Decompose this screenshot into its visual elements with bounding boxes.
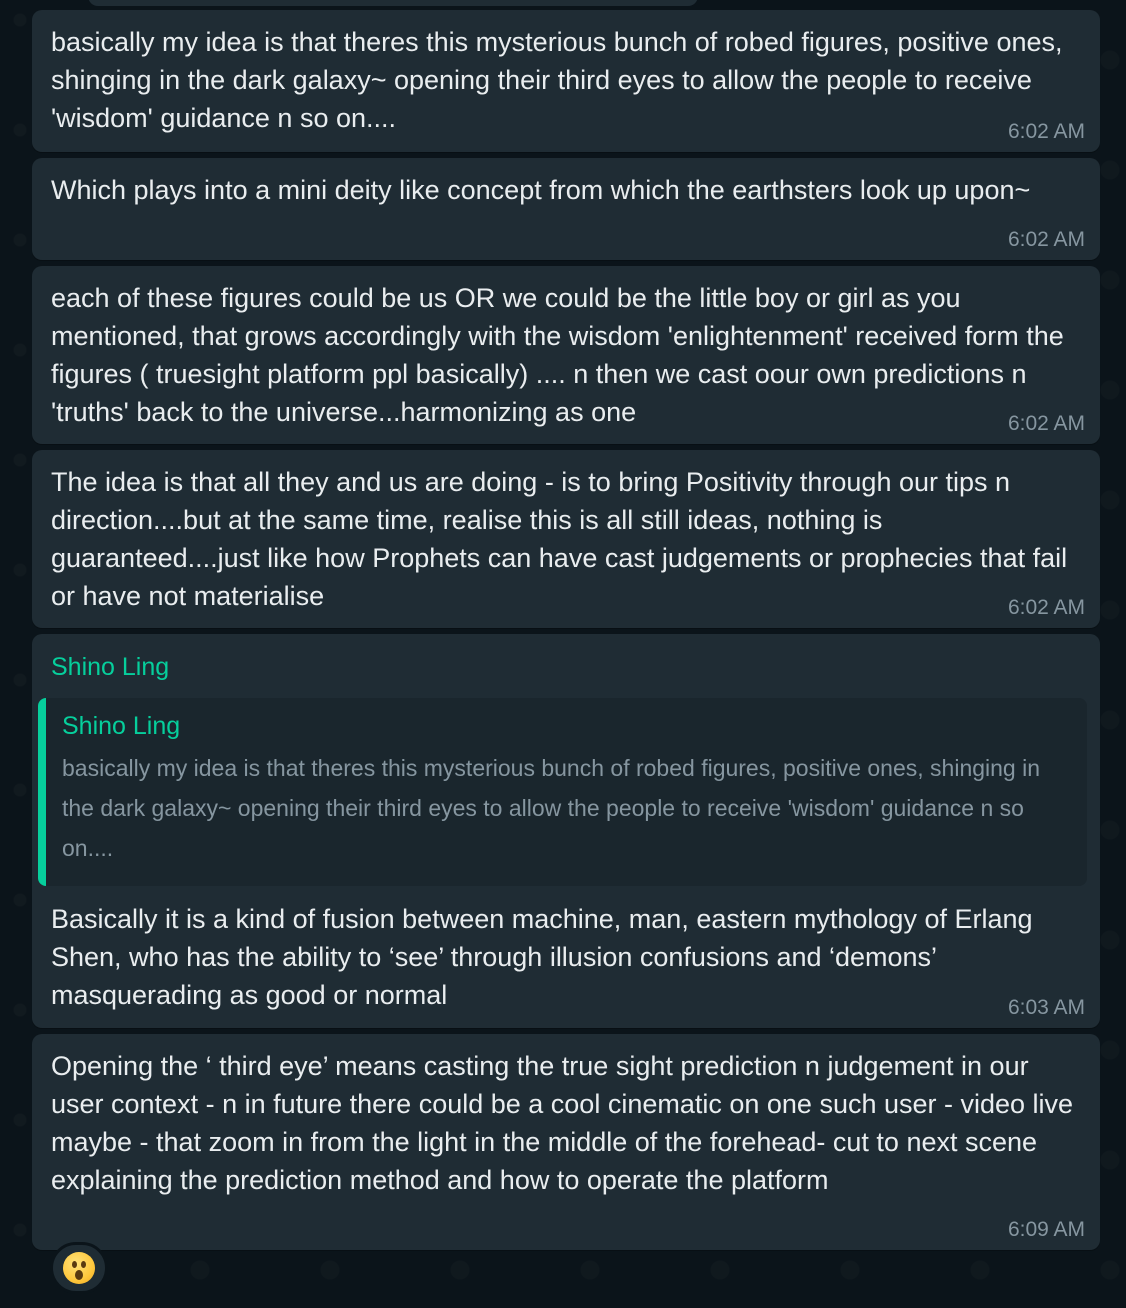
hushed-face-emoji-icon bbox=[63, 1252, 95, 1284]
message-text: each of these figures could be us OR we … bbox=[51, 283, 1072, 427]
message-text: Which plays into a mini deity like conce… bbox=[51, 175, 1031, 205]
message-timestamp: 6:03 AM bbox=[1007, 996, 1085, 1019]
previous-message-edge bbox=[88, 0, 698, 6]
message-list: basically my idea is that theres this my… bbox=[32, 10, 1100, 1256]
message-bubble[interactable]: basically my idea is that theres this my… bbox=[32, 10, 1100, 152]
message-timestamp: 6:09 AM bbox=[1007, 1218, 1085, 1241]
sender-name[interactable]: Shino Ling bbox=[32, 634, 1100, 682]
message-bubble[interactable]: The idea is that all they and us are doi… bbox=[32, 450, 1100, 628]
message-text: basically my idea is that theres this my… bbox=[51, 27, 1071, 133]
quoted-sender-name: Shino Ling bbox=[62, 712, 181, 740]
message-text: The idea is that all they and us are doi… bbox=[51, 467, 1075, 611]
quote-accent-bar bbox=[38, 698, 46, 886]
message-text: Basically it is a kind of fusion between… bbox=[51, 904, 1041, 1010]
message-bubble[interactable]: Which plays into a mini deity like conce… bbox=[32, 158, 1100, 260]
message-text: Opening the ‘ third eye’ means casting t… bbox=[51, 1051, 1081, 1195]
message-bubble[interactable]: each of these figures could be us OR we … bbox=[32, 266, 1100, 444]
message-reaction[interactable] bbox=[50, 1242, 108, 1294]
quoted-text: basically my idea is that theres this my… bbox=[62, 755, 1041, 861]
message-timestamp: 6:02 AM bbox=[1007, 120, 1085, 143]
reply-message-bubble[interactable]: Shino Ling Shino Ling basically my idea … bbox=[32, 634, 1100, 1028]
message-timestamp: 6:02 AM bbox=[1007, 228, 1085, 251]
message-bubble[interactable]: Opening the ‘ third eye’ means casting t… bbox=[32, 1034, 1100, 1250]
quoted-message[interactable]: Shino Ling basically my idea is that the… bbox=[38, 698, 1087, 886]
message-timestamp: 6:02 AM bbox=[1007, 596, 1085, 619]
message-timestamp: 6:02 AM bbox=[1007, 412, 1085, 435]
